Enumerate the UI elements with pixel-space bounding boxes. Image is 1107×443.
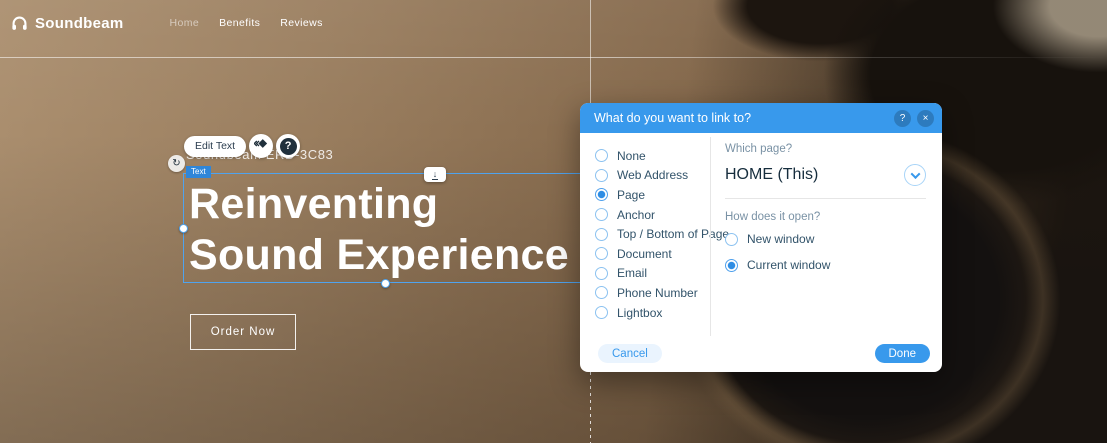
help-button[interactable]: ? — [276, 134, 300, 158]
link-type-option-lightbox[interactable]: Lightbox — [595, 303, 729, 323]
section-gridline-horizontal — [0, 57, 1107, 58]
link-type-option-document[interactable]: Document — [595, 244, 729, 264]
radio-icon — [595, 306, 608, 319]
arrow-down-to-line-icon: ↓ — [432, 170, 439, 180]
link-type-option-top-bottom[interactable]: Top / Bottom of Page — [595, 224, 729, 244]
link-type-label: None — [617, 149, 646, 163]
cancel-button[interactable]: Cancel — [598, 344, 662, 363]
link-dialog: What do you want to link to? ? × None We… — [580, 103, 942, 372]
link-type-option-email[interactable]: Email — [595, 264, 729, 284]
link-type-label: Document — [617, 247, 672, 261]
how-open-label: How does it open? — [725, 211, 926, 223]
link-type-option-anchor[interactable]: Anchor — [595, 205, 729, 225]
order-now-button[interactable]: Order Now — [190, 314, 296, 350]
chevron-down-icon[interactable] — [904, 164, 926, 186]
link-type-label: Lightbox — [617, 306, 662, 320]
radio-icon — [595, 149, 608, 162]
radio-icon — [595, 208, 608, 221]
radio-icon — [595, 267, 608, 280]
open-option-new-window[interactable]: New window — [725, 229, 926, 249]
done-button[interactable]: Done — [875, 344, 931, 363]
link-type-label: Web Address — [617, 168, 688, 182]
link-dialog-body: None Web Address Page Anchor Top / Botto… — [580, 133, 942, 336]
dialog-horizontal-divider — [725, 198, 926, 199]
rotate-icon: ↻ — [172, 159, 180, 169]
link-dialog-title: What do you want to link to? — [594, 111, 888, 125]
radio-icon — [595, 228, 608, 241]
wix-editor-canvas: Soundbeam Home Benefits Reviews Soundbea… — [0, 0, 1107, 443]
page-gridline-vertical — [590, 0, 591, 103]
site-nav: Home Benefits Reviews — [170, 17, 323, 29]
close-icon: × — [923, 113, 929, 124]
animation-button[interactable] — [249, 134, 273, 158]
link-type-label: Page — [617, 188, 645, 202]
nav-item-benefits[interactable]: Benefits — [219, 17, 260, 29]
nav-item-reviews[interactable]: Reviews — [280, 17, 322, 29]
site-logo-text[interactable]: Soundbeam — [35, 15, 124, 32]
page-select-dropdown[interactable]: HOME (This) — [725, 163, 926, 187]
element-action-bar: Edit Text ? — [184, 134, 300, 158]
radio-selected-icon — [725, 259, 738, 272]
open-option-label: Current window — [747, 258, 830, 272]
rotate-handle[interactable]: ↻ — [168, 155, 185, 172]
page-gridline-vertical-dashed — [590, 372, 591, 443]
dialog-vertical-divider — [710, 137, 711, 336]
link-type-option-web-address[interactable]: Web Address — [595, 166, 729, 186]
which-page-label: Which page? — [725, 143, 926, 155]
link-type-option-phone-number[interactable]: Phone Number — [595, 283, 729, 303]
site-header: Soundbeam Home Benefits Reviews — [10, 10, 323, 36]
open-option-label: New window — [747, 232, 814, 246]
page-options-panel: Which page? HOME (This) How does it open… — [725, 143, 926, 275]
link-dialog-footer: Cancel Done — [598, 344, 930, 363]
link-type-list: None Web Address Page Anchor Top / Botto… — [595, 146, 729, 322]
link-type-label: Email — [617, 266, 647, 280]
animation-icon — [254, 136, 269, 156]
radio-icon — [595, 169, 608, 182]
radio-icon — [725, 233, 738, 246]
help-icon: ? — [280, 138, 297, 155]
link-dialog-header[interactable]: What do you want to link to? ? × — [580, 103, 942, 133]
stretch-handle[interactable]: ↓ — [424, 167, 446, 182]
radio-icon — [595, 286, 608, 299]
question-icon: ? — [900, 113, 906, 124]
open-option-current-window[interactable]: Current window — [725, 255, 926, 275]
radio-icon — [595, 247, 608, 260]
edit-text-button[interactable]: Edit Text — [184, 136, 246, 157]
link-type-option-none[interactable]: None — [595, 146, 729, 166]
headphones-logo-icon — [10, 14, 29, 33]
page-select-value: HOME (This) — [725, 166, 818, 184]
link-type-option-page[interactable]: Page — [595, 185, 729, 205]
selection-label-tag: Text — [186, 166, 211, 178]
nav-item-home[interactable]: Home — [170, 17, 200, 29]
resize-handle-bottom[interactable] — [381, 279, 390, 288]
radio-selected-icon — [595, 188, 608, 201]
resize-handle-left[interactable] — [179, 224, 188, 233]
link-type-label: Phone Number — [617, 286, 698, 300]
link-type-label: Top / Bottom of Page — [617, 227, 729, 241]
link-type-label: Anchor — [617, 208, 655, 222]
dialog-help-button[interactable]: ? — [894, 110, 911, 127]
selection-box: Text — [183, 173, 585, 283]
dialog-close-button[interactable]: × — [917, 110, 934, 127]
